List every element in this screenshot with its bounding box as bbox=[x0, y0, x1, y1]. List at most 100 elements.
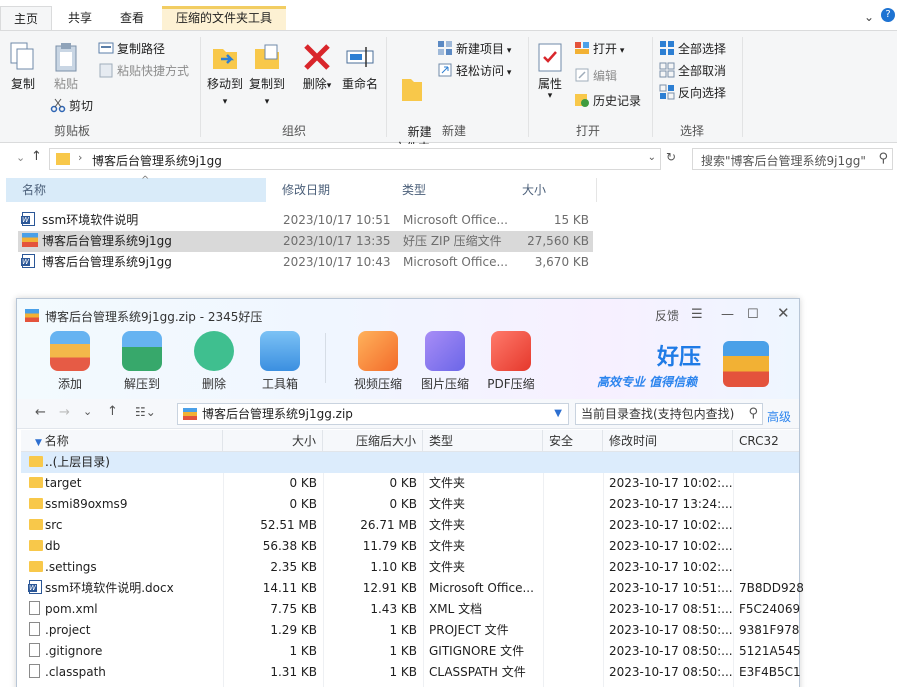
grid-header-type-label: 类型 bbox=[429, 434, 454, 448]
archive-search-placeholder: 当前目录查找(支持包内查找) bbox=[581, 407, 735, 421]
archive-row-time: 2023-10-17 10:02:... bbox=[609, 476, 733, 490]
grid-header-time[interactable]: 修改时间 bbox=[603, 430, 733, 452]
col-header-type[interactable]: 类型 bbox=[386, 178, 516, 202]
archive-row-time: 2023-10-17 08:51:... bbox=[609, 602, 733, 616]
address-dropdown-icon[interactable]: ⌄ bbox=[648, 152, 656, 163]
move-to-label: 移动到 bbox=[206, 77, 243, 91]
archive-row-icon bbox=[29, 662, 45, 683]
archive-row-name: pom.xml bbox=[45, 602, 98, 616]
paste-shortcut-button[interactable]: 粘贴快捷方式 bbox=[98, 61, 189, 81]
tool-video-compress-button[interactable]: 视频压缩 bbox=[348, 331, 408, 392]
tool-extract-button[interactable]: 解压到 bbox=[112, 331, 172, 392]
video-compress-icon bbox=[358, 331, 398, 371]
archive-row[interactable]: db 56.38 KB 11.79 KB 文件夹 2023-10-17 10:0… bbox=[21, 536, 799, 557]
open-button[interactable]: 打开 ▾ bbox=[574, 39, 624, 59]
minimize-icon[interactable]: — bbox=[721, 307, 734, 322]
delete-button[interactable]: 删除▾ bbox=[300, 41, 334, 94]
view-mode-icon[interactable]: ☷⌄ bbox=[135, 405, 156, 419]
archive-row-name: .classpath bbox=[45, 665, 106, 679]
properties-button[interactable]: 属性 ▾ bbox=[534, 41, 566, 101]
col-divider[interactable] bbox=[596, 178, 597, 202]
rename-button[interactable]: 重命名 bbox=[340, 41, 380, 92]
cut-button[interactable]: 剪切 bbox=[50, 96, 93, 116]
archive-row[interactable]: pom.xml 7.75 KB 1.43 KB XML 文档 2023-10-1… bbox=[21, 599, 800, 620]
archive-row[interactable]: .gitignore 1 KB 1 KB GITIGNORE 文件 2023-1… bbox=[21, 641, 801, 662]
grid-header-crc-label: CRC32 bbox=[739, 434, 779, 448]
paste-button[interactable]: 粘贴 bbox=[46, 41, 86, 92]
col-header-name[interactable]: 名称 ^ ⌄ bbox=[6, 175, 276, 202]
file-row[interactable]: ssm环境软件说明 2023/10/17 10:51 Microsoft Off… bbox=[18, 210, 593, 231]
menu-icon[interactable]: ☰ bbox=[691, 307, 703, 322]
ribbon: 复制 粘贴 复制路径 粘贴快捷方式 剪切 剪贴板 移动到▾ 复制到▾ 删除▾ 重… bbox=[0, 30, 897, 155]
archive-row[interactable]: src 52.51 MB 26.71 MB 文件夹 2023-10-17 10:… bbox=[21, 515, 799, 536]
edit-icon bbox=[575, 68, 589, 82]
grid-header-crc[interactable]: CRC32 bbox=[733, 430, 799, 452]
nav-back-icon[interactable]: ← bbox=[35, 405, 46, 420]
address-bar[interactable]: › 博客后台管理系统9j1gg ⌄ bbox=[49, 148, 661, 170]
feedback-link[interactable]: 反馈 bbox=[655, 307, 679, 324]
search-icon[interactable]: ⚲ bbox=[878, 151, 888, 166]
explorer-search-input[interactable]: 搜索"博客后台管理系统9j1gg" ⚲ bbox=[692, 148, 893, 170]
tool-pdf-compress-button[interactable]: PDF压缩 bbox=[481, 331, 541, 392]
refresh-icon[interactable]: ↻ bbox=[666, 150, 676, 164]
archive-row-packed-size: 12.91 KB bbox=[362, 581, 417, 595]
zip-icon bbox=[183, 408, 197, 420]
close-icon[interactable]: ✕ bbox=[777, 304, 790, 322]
col-header-date[interactable]: 修改日期 bbox=[266, 178, 396, 202]
history-button[interactable]: 历史记录 bbox=[574, 91, 641, 111]
advanced-search-link[interactable]: 高级 bbox=[767, 408, 791, 425]
tool-add-button[interactable]: 添加 bbox=[40, 331, 100, 392]
up-arrow-icon[interactable]: ↑ bbox=[31, 149, 42, 164]
file-date: 2023/10/17 10:43 bbox=[283, 255, 391, 269]
archive-row[interactable]: .classpath 1.31 KB 1 KB CLASSPATH 文件 202… bbox=[21, 662, 801, 683]
new-item-button[interactable]: 新建项目 ▾ bbox=[437, 39, 511, 59]
archive-row[interactable]: target 0 KB 0 KB 文件夹 2023-10-17 10:02:..… bbox=[21, 473, 799, 494]
image-compress-icon bbox=[425, 331, 465, 371]
tab-compressed-folder-tools[interactable]: 压缩的文件夹工具 bbox=[162, 6, 286, 31]
copy-path-button[interactable]: 复制路径 bbox=[98, 39, 165, 59]
file-row-selected[interactable]: 博客后台管理系统9j1gg 2023/10/17 13:35 好压 ZIP 压缩… bbox=[18, 231, 593, 252]
tool-toolbox-button[interactable]: 工具箱 bbox=[250, 331, 310, 392]
archive-path-bar[interactable]: 博客后台管理系统9j1gg.zip ▼ bbox=[177, 403, 569, 425]
tool-delete-button[interactable]: 删除 bbox=[184, 331, 244, 392]
tool-image-compress-button[interactable]: 图片压缩 bbox=[415, 331, 475, 392]
file-row[interactable]: 博客后台管理系统9j1gg 2023/10/17 10:43 Microsoft… bbox=[18, 252, 593, 273]
path-dropdown-icon[interactable]: ▼ bbox=[554, 404, 562, 424]
archive-row[interactable]: ssm环境软件说明.docx 14.11 KB 12.91 KB Microso… bbox=[21, 578, 804, 599]
copy-button[interactable]: 复制 bbox=[6, 41, 40, 92]
grid-header-packed[interactable]: 压缩后大小 bbox=[323, 430, 423, 452]
move-to-button[interactable]: 移动到 ▾ bbox=[206, 41, 244, 110]
archive-row[interactable]: .project 1.29 KB 1 KB PROJECT 文件 2023-10… bbox=[21, 620, 799, 641]
nav-forward-icon[interactable]: → bbox=[59, 405, 70, 420]
grid-header-name[interactable]: ▼ 名称 bbox=[21, 430, 223, 452]
search-icon[interactable]: ⚲ bbox=[748, 404, 758, 424]
tab-home[interactable]: 主页 bbox=[0, 6, 52, 31]
archive-row[interactable]: ssmi89oxms9 0 KB 0 KB 文件夹 2023-10-17 13:… bbox=[21, 494, 799, 515]
nav-up-icon[interactable]: ↑ bbox=[107, 404, 118, 419]
help-icon[interactable]: ? bbox=[881, 8, 895, 22]
easy-access-button[interactable]: 轻松访问 ▾ bbox=[437, 61, 511, 81]
archive-row[interactable]: .settings 2.35 KB 1.10 KB 文件夹 2023-10-17… bbox=[21, 557, 799, 578]
copy-to-button[interactable]: 复制到 ▾ bbox=[248, 41, 286, 110]
archive-search-input[interactable]: 当前目录查找(支持包内查找) ⚲ bbox=[575, 403, 763, 425]
col-header-size[interactable]: 大小 bbox=[506, 178, 596, 202]
archive-row[interactable]: ..(上层目录) bbox=[21, 452, 799, 473]
grid-header-size[interactable]: 大小 bbox=[223, 430, 323, 452]
ribbon-collapse-icon[interactable]: ⌄ bbox=[864, 10, 874, 24]
select-none-button[interactable]: 全部取消 bbox=[659, 61, 726, 81]
explorer-search-placeholder: 搜索"博客后台管理系统9j1gg" bbox=[701, 154, 866, 168]
archive-row-type: 文件夹 bbox=[429, 560, 466, 574]
archive-row-icon bbox=[29, 641, 45, 662]
tab-share[interactable]: 共享 bbox=[56, 6, 104, 31]
back-arrow-icon[interactable]: ⌄ bbox=[16, 151, 25, 164]
zip-icon bbox=[22, 233, 38, 247]
haozip-header: 博客后台管理系统9j1gg.zip - 2345好压 反馈 ☰ — ☐ ✕ 添加… bbox=[17, 299, 799, 399]
edit-button[interactable]: 编辑 bbox=[574, 66, 617, 86]
nav-history-dropdown-icon[interactable]: ⌄ bbox=[83, 405, 92, 418]
maximize-icon[interactable]: ☐ bbox=[747, 307, 759, 322]
invert-selection-button[interactable]: 反向选择 bbox=[659, 83, 726, 103]
select-all-button[interactable]: 全部选择 bbox=[659, 39, 726, 59]
tab-view[interactable]: 查看 bbox=[108, 6, 156, 31]
grid-header-security[interactable]: 安全 bbox=[543, 430, 603, 452]
grid-header-type[interactable]: 类型 bbox=[423, 430, 543, 452]
